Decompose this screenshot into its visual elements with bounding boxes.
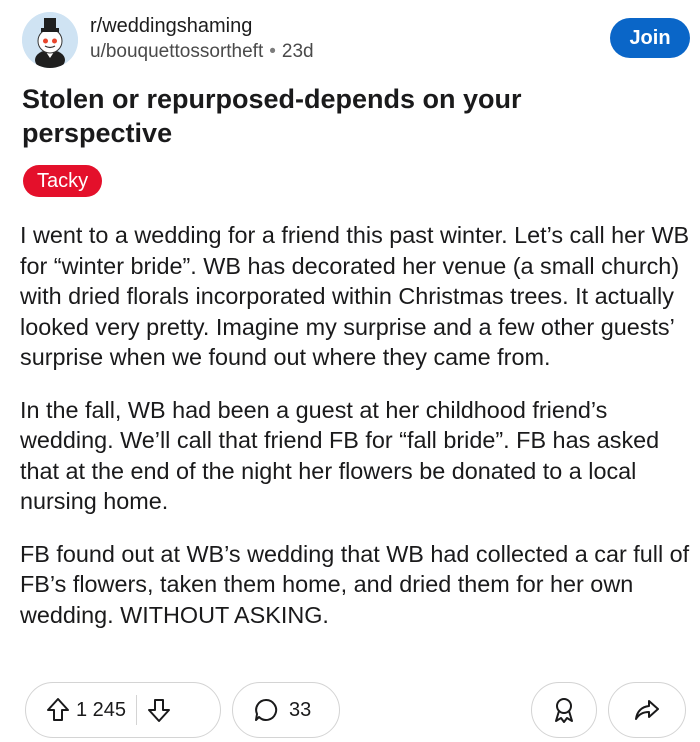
upvote-icon[interactable] <box>46 697 70 723</box>
subreddit-icon <box>22 12 78 68</box>
post-flair[interactable]: Tacky <box>23 165 103 197</box>
upvote-count: 1 245 <box>76 698 127 721</box>
comments-button[interactable]: 33 <box>232 682 340 738</box>
post-title: Stolen or repurposed-depends on your per… <box>22 84 522 148</box>
comment-count: 33 <box>289 698 312 721</box>
post-header: r/weddingshaming u/bouquettossortheft • 23… <box>22 10 692 70</box>
award-icon <box>551 696 577 724</box>
subreddit-name[interactable]: r/weddingshaming <box>90 14 314 38</box>
share-button[interactable] <box>608 682 686 738</box>
post-actions: 1 245 33 <box>0 682 700 740</box>
award-button[interactable] <box>531 682 597 738</box>
vote-divider <box>136 695 138 725</box>
post-paragraph: I went to a wedding for a friend this pa… <box>20 222 690 370</box>
vote-bar: 1 245 <box>25 682 221 738</box>
post-age: 23d <box>281 41 314 62</box>
meta-separator: • <box>269 41 276 62</box>
post-paragraph: FB found out at WB’s wedding that WB had… <box>20 540 690 628</box>
share-icon <box>634 698 660 722</box>
join-button[interactable]: Join <box>610 18 690 58</box>
comment-icon <box>253 697 279 723</box>
subreddit-avatar[interactable] <box>22 12 78 68</box>
post-body: I went to a wedding for a friend this pa… <box>20 220 690 652</box>
downvote-icon[interactable] <box>147 697 171 723</box>
post-paragraph: In the fall, WB had been a guest at her … <box>20 396 660 515</box>
post-author[interactable]: u/bouquettossortheft <box>90 41 263 62</box>
